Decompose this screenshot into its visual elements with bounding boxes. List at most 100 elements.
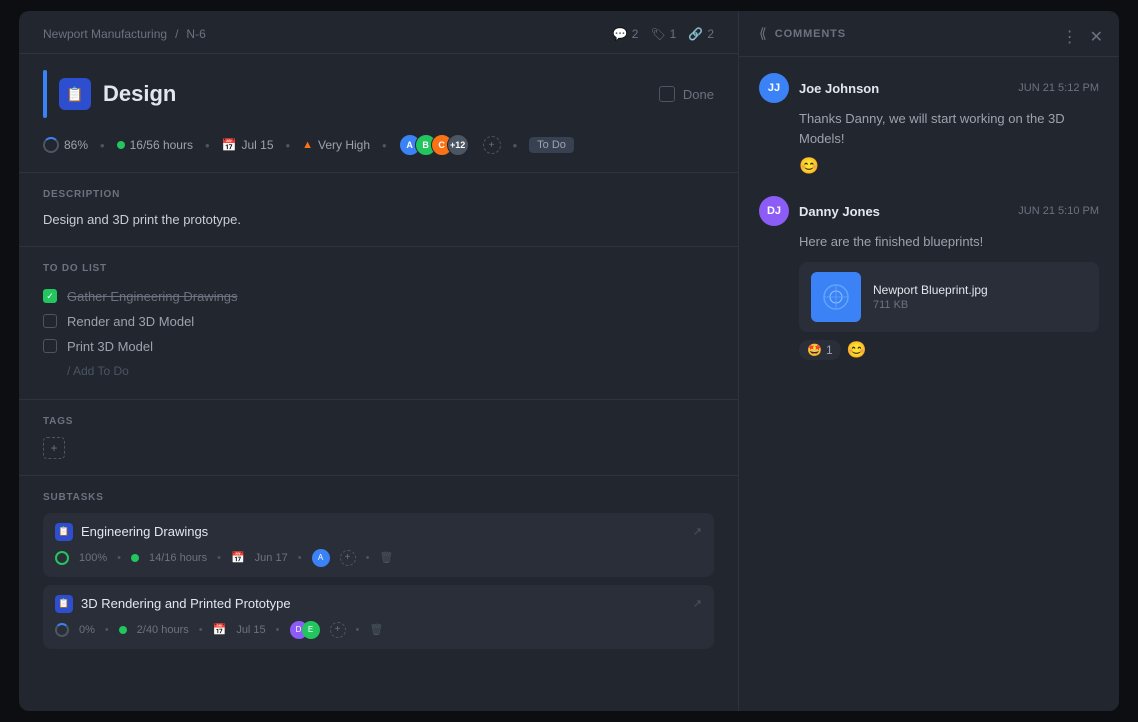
hours-label: 16/56 hours [130, 138, 193, 152]
add-assignee-button[interactable]: + [483, 136, 501, 154]
subtask-icon-2: 📋 [55, 595, 73, 613]
breadcrumb-project[interactable]: Newport Manufacturing [43, 27, 167, 41]
comment-author-2: Danny Jones [799, 204, 880, 219]
todo-text-2: Render and 3D Model [67, 314, 194, 329]
done-checkbox[interactable] [659, 86, 675, 102]
avatar-count[interactable]: +12 [447, 134, 469, 156]
subtask-item-2: 📋 3D Rendering and Printed Prototype ↗ 0… [43, 585, 714, 649]
links-count: 🔗 2 [688, 27, 714, 41]
link-icon: 🔗 [688, 27, 703, 41]
subtask-add-assignee-1[interactable]: + [340, 550, 356, 566]
comment-item-1: JJ Joe Johnson JUN 21 5:12 PM Thanks Dan… [759, 73, 1099, 176]
subtask-title-2[interactable]: 3D Rendering and Printed Prototype [81, 596, 685, 611]
subtask-delete-2[interactable]: 🗑 [369, 623, 383, 636]
dot-2: • [217, 552, 221, 564]
dot-5: • [105, 624, 109, 636]
todo-text-3: Print 3D Model [67, 339, 153, 354]
comment-text-1: Thanks Danny, we will start working on t… [799, 109, 1099, 148]
subtask-avatar-1[interactable]: A [312, 549, 330, 567]
comment-avatar-2: DJ [759, 196, 789, 226]
dot-3: • [298, 552, 302, 564]
tags-label: TAGS [43, 416, 714, 427]
reaction-count: 1 [826, 343, 833, 357]
dot-separator-5: • [513, 138, 518, 153]
attachment-size: 711 KB [873, 299, 1087, 311]
todo-item-1[interactable]: ✓ Gather Engineering Drawings [43, 284, 714, 309]
comments-count: 💬 2 [613, 27, 639, 41]
due-date-item[interactable]: 📅 Jul 15 [222, 138, 274, 152]
subtask-external-2[interactable]: ↗ [693, 597, 702, 610]
description-section: DESCRIPTION Design and 3D print the prot… [19, 173, 738, 246]
tag-icon: 🏷 [650, 27, 665, 41]
subtask-add-assignee-2[interactable]: + [330, 622, 346, 638]
calendar-icon-2: 📅 [213, 623, 227, 636]
add-emoji-button-2[interactable]: 😊 [847, 340, 867, 360]
tags-section: TAGS + [19, 399, 738, 475]
subtasks-label: SUBTASKS [43, 492, 714, 503]
add-tag-button[interactable]: + [43, 437, 65, 459]
subtask-external-1[interactable]: ↗ [693, 525, 702, 538]
subtask-header-1: 📋 Engineering Drawings ↗ [55, 523, 702, 541]
due-date-value: Jul 15 [242, 138, 274, 152]
dot-8: • [356, 624, 360, 636]
subtask-hours-2: 2/40 hours [137, 624, 189, 636]
subtask-title-1[interactable]: Engineering Drawings [81, 524, 685, 539]
add-todo-placeholder: / Add To Do [67, 364, 129, 378]
progress-item[interactable]: 86% [43, 137, 88, 153]
subtask-avatar-2b[interactable]: E [302, 621, 320, 639]
status-badge[interactable]: To Do [529, 137, 574, 153]
todo-checkbox-1[interactable]: ✓ [43, 289, 57, 303]
comment-time-1: JUN 21 5:12 PM [1018, 82, 1099, 94]
clipboard-icon: 📋 [66, 86, 83, 103]
dot-1: • [117, 552, 121, 564]
add-todo-button[interactable]: / Add To Do [43, 359, 714, 383]
calendar-icon: 📅 [222, 138, 237, 152]
todo-item-3[interactable]: Print 3D Model [43, 334, 714, 359]
todo-item-2[interactable]: Render and 3D Model [43, 309, 714, 334]
dot-6: • [199, 624, 203, 636]
hours-item[interactable]: 16/56 hours [117, 138, 193, 152]
breadcrumb-id[interactable]: N-6 [186, 27, 205, 41]
subtask-delete-1[interactable]: 🗑 [379, 551, 393, 564]
comment-meta-2: Danny Jones JUN 21 5:10 PM [799, 204, 1099, 219]
green-dot-1 [131, 554, 139, 562]
green-dot-icon [117, 141, 125, 149]
subtask-header-2: 📋 3D Rendering and Printed Prototype ↗ [55, 595, 702, 613]
subtask-date-2: Jul 15 [236, 624, 265, 636]
comment-body-2: Here are the finished blueprints! [759, 232, 1099, 360]
todo-checkbox-2[interactable] [43, 314, 57, 328]
comment-header-1: JJ Joe Johnson JUN 21 5:12 PM [759, 73, 1099, 103]
comment-text-2: Here are the finished blueprints! [799, 232, 1099, 252]
collapse-icon[interactable]: ⟪ [759, 25, 767, 42]
description-text[interactable]: Design and 3D print the prototype. [43, 210, 714, 230]
left-panel: Newport Manufacturing / N-6 💬 2 🏷 1 🔗 2 [19, 11, 739, 711]
subtask-progress-2: 0% [79, 624, 95, 636]
priority-item[interactable]: ▲ Very High [302, 138, 370, 152]
modal-overlay: ⋮ ✕ Newport Manufacturing / N-6 💬 2 🏷 1 [0, 0, 1138, 722]
breadcrumb-meta: 💬 2 🏷 1 🔗 2 [613, 27, 714, 41]
subtask-date-1: Jun 17 [255, 552, 288, 564]
breadcrumb: Newport Manufacturing / N-6 💬 2 🏷 1 🔗 2 [19, 11, 738, 54]
subtask-item-1: 📋 Engineering Drawings ↗ 100% • 14/16 ho… [43, 513, 714, 577]
dot-4: • [366, 552, 370, 564]
comment-author-1: Joe Johnson [799, 81, 879, 96]
subtasks-section: SUBTASKS 📋 Engineering Drawings ↗ 100% •… [19, 475, 738, 673]
attachment-card[interactable]: Newport Blueprint.jpg 711 KB [799, 262, 1099, 332]
subtask-meta-1: 100% • 14/16 hours • 📅 Jun 17 • A + • 🗑 [55, 549, 702, 567]
done-button[interactable]: Done [659, 86, 714, 102]
close-icon[interactable]: ✕ [1090, 27, 1103, 47]
reaction-button-1[interactable]: 🤩 1 [799, 340, 841, 360]
add-emoji-button-1[interactable]: 😊 [799, 156, 819, 176]
attachment-info: Newport Blueprint.jpg 711 KB [873, 283, 1087, 311]
subtask-icon-1: 📋 [55, 523, 73, 541]
calendar-icon-1: 📅 [231, 551, 245, 564]
todo-checkbox-3[interactable] [43, 339, 57, 353]
dot-separator-4: • [382, 138, 387, 153]
description-label: DESCRIPTION [43, 189, 714, 200]
comment-avatar-1: JJ [759, 73, 789, 103]
green-dot-2 [119, 626, 127, 634]
more-options-icon[interactable]: ⋮ [1062, 27, 1078, 47]
blueprint-thumb-icon [816, 277, 856, 317]
subtask-progress-1: 100% [79, 552, 107, 564]
comment-meta-1: Joe Johnson JUN 21 5:12 PM [799, 81, 1099, 96]
